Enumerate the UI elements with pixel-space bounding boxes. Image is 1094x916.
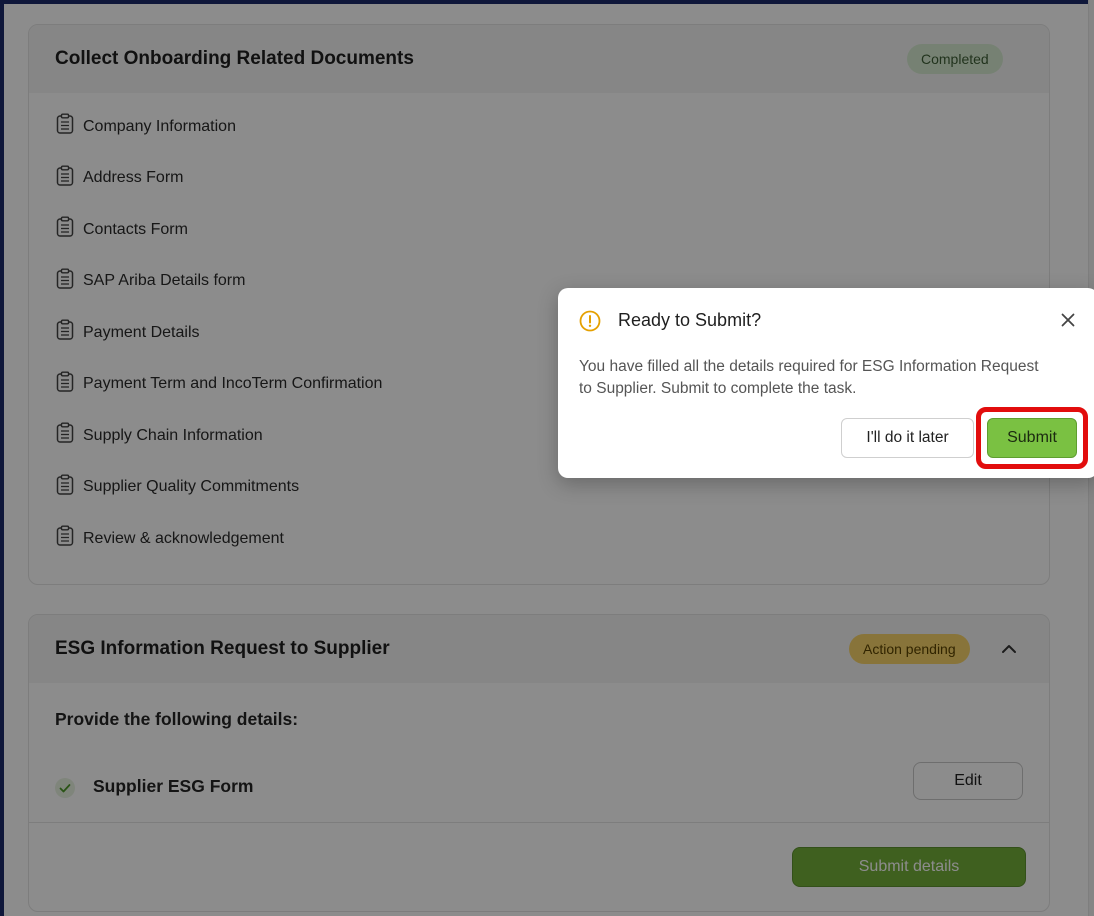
submit-button[interactable]: Submit [987, 418, 1077, 458]
dialog-title: Ready to Submit? [618, 310, 762, 330]
close-icon[interactable] [1054, 306, 1082, 334]
submit-confirmation-dialog: Ready to Submit? You have filled all the… [558, 288, 1094, 478]
dialog-message: You have filled all the details required… [579, 358, 1039, 397]
do-it-later-button[interactable]: I'll do it later [841, 418, 974, 458]
warning-icon [578, 309, 602, 338]
